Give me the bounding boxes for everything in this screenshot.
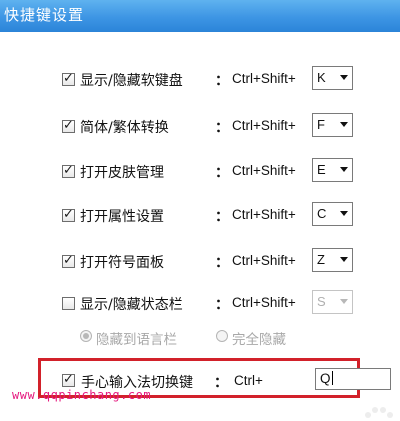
- modifier-text: Ctrl+Shift+: [232, 253, 296, 268]
- properties-checkbox[interactable]: ✓: [62, 207, 75, 222]
- text-caret: [331, 371, 333, 385]
- selected-key: E: [317, 162, 326, 177]
- colon-separator: ：: [215, 209, 229, 225]
- radio-label: 隐藏到语言栏: [96, 332, 177, 348]
- modifier-text: Ctrl+Shift+: [232, 71, 296, 86]
- handwriting-switch-checkbox[interactable]: ✓: [62, 372, 75, 387]
- soft-keyboard-checkbox[interactable]: ✓: [62, 71, 75, 86]
- paw-logo-icon: [365, 407, 393, 418]
- skin-manager-checkbox[interactable]: ✓: [62, 163, 75, 178]
- shortcut-label: 打开皮肤管理: [80, 165, 164, 181]
- selected-key: Z: [317, 252, 325, 267]
- symbol-panel-checkbox[interactable]: ✓: [62, 253, 75, 268]
- selected-key: K: [317, 70, 326, 85]
- checkmark-icon: ✓: [63, 163, 74, 178]
- symbol-panel-key-select[interactable]: Z: [312, 248, 353, 272]
- status-bar-options: 隐藏到语言栏 完全隐藏: [80, 327, 340, 348]
- dropdown-arrow-icon: [340, 167, 348, 172]
- shortcut-row-symbol-panel: ✓ 打开符号面板 ： Ctrl+Shift+ Z: [62, 248, 362, 275]
- skin-manager-key-select[interactable]: E: [312, 158, 353, 182]
- watermark-text: www.qqpinchang.com: [12, 388, 152, 402]
- colon-separator: ：: [215, 165, 229, 181]
- selected-key: S: [317, 294, 326, 309]
- key-input-value: Q: [320, 371, 331, 386]
- checkmark-icon: ✓: [63, 118, 74, 133]
- window-title: 快捷键设置: [4, 6, 85, 24]
- checkmark-icon: ✓: [63, 253, 74, 268]
- shortcut-label: 简体/繁体转换: [80, 120, 169, 136]
- colon-separator: ：: [215, 73, 229, 89]
- simplified-traditional-checkbox[interactable]: ✓: [62, 118, 75, 133]
- shortcut-label: 打开属性设置: [80, 209, 164, 225]
- shortcut-row-simplified-traditional: ✓ 简体/繁体转换 ： Ctrl+Shift+ F: [62, 113, 362, 140]
- shortcut-row-properties: ✓ 打开属性设置 ： Ctrl+Shift+ C: [62, 202, 362, 229]
- modifier-text: Ctrl+: [234, 373, 263, 388]
- shortcut-label: 显示/隐藏状态栏: [80, 297, 183, 313]
- fully-hide-radio: [216, 330, 228, 342]
- checkmark-icon: ✓: [63, 207, 74, 222]
- dropdown-arrow-icon: [340, 122, 348, 127]
- shortcut-label: 打开符号面板: [80, 255, 164, 271]
- colon-separator: ：: [215, 255, 229, 271]
- modifier-text: Ctrl+Shift+: [232, 207, 296, 222]
- checkmark-icon: ✓: [63, 372, 74, 387]
- modifier-text: Ctrl+Shift+: [232, 118, 296, 133]
- dropdown-arrow-icon: [340, 257, 348, 262]
- shortcut-row-status-bar: 显示/隐藏状态栏 ： Ctrl+Shift+ S: [62, 290, 362, 317]
- status-bar-checkbox[interactable]: [62, 297, 75, 310]
- simplified-traditional-key-select[interactable]: F: [312, 113, 353, 137]
- colon-separator: ：: [215, 120, 229, 136]
- shortcut-row-skin-manager: ✓ 打开皮肤管理 ： Ctrl+Shift+ E: [62, 158, 362, 185]
- colon-separator: ：: [215, 297, 229, 313]
- radio-label: 完全隐藏: [232, 332, 286, 348]
- checkmark-icon: ✓: [63, 71, 74, 86]
- hide-to-language-bar-radio: [80, 330, 92, 342]
- selected-key: C: [317, 206, 327, 221]
- handwriting-key-input[interactable]: Q: [315, 368, 391, 390]
- shortcut-row-soft-keyboard: ✓ 显示/隐藏软键盘 ： Ctrl+Shift+ K: [62, 66, 362, 93]
- properties-key-select[interactable]: C: [312, 202, 353, 226]
- status-bar-key-select: S: [312, 290, 353, 314]
- radio-selected-dot-icon: [83, 333, 89, 339]
- shortcut-label: 显示/隐藏软键盘: [80, 73, 183, 89]
- selected-key: F: [317, 117, 325, 132]
- dropdown-arrow-icon: [340, 211, 348, 216]
- modifier-text: Ctrl+Shift+: [232, 295, 296, 310]
- dropdown-arrow-icon: [340, 75, 348, 80]
- soft-keyboard-key-select[interactable]: K: [312, 66, 353, 90]
- title-bar: 快捷键设置: [0, 0, 400, 32]
- modifier-text: Ctrl+Shift+: [232, 163, 296, 178]
- colon-separator: ：: [214, 375, 228, 391]
- dropdown-arrow-icon: [340, 299, 348, 304]
